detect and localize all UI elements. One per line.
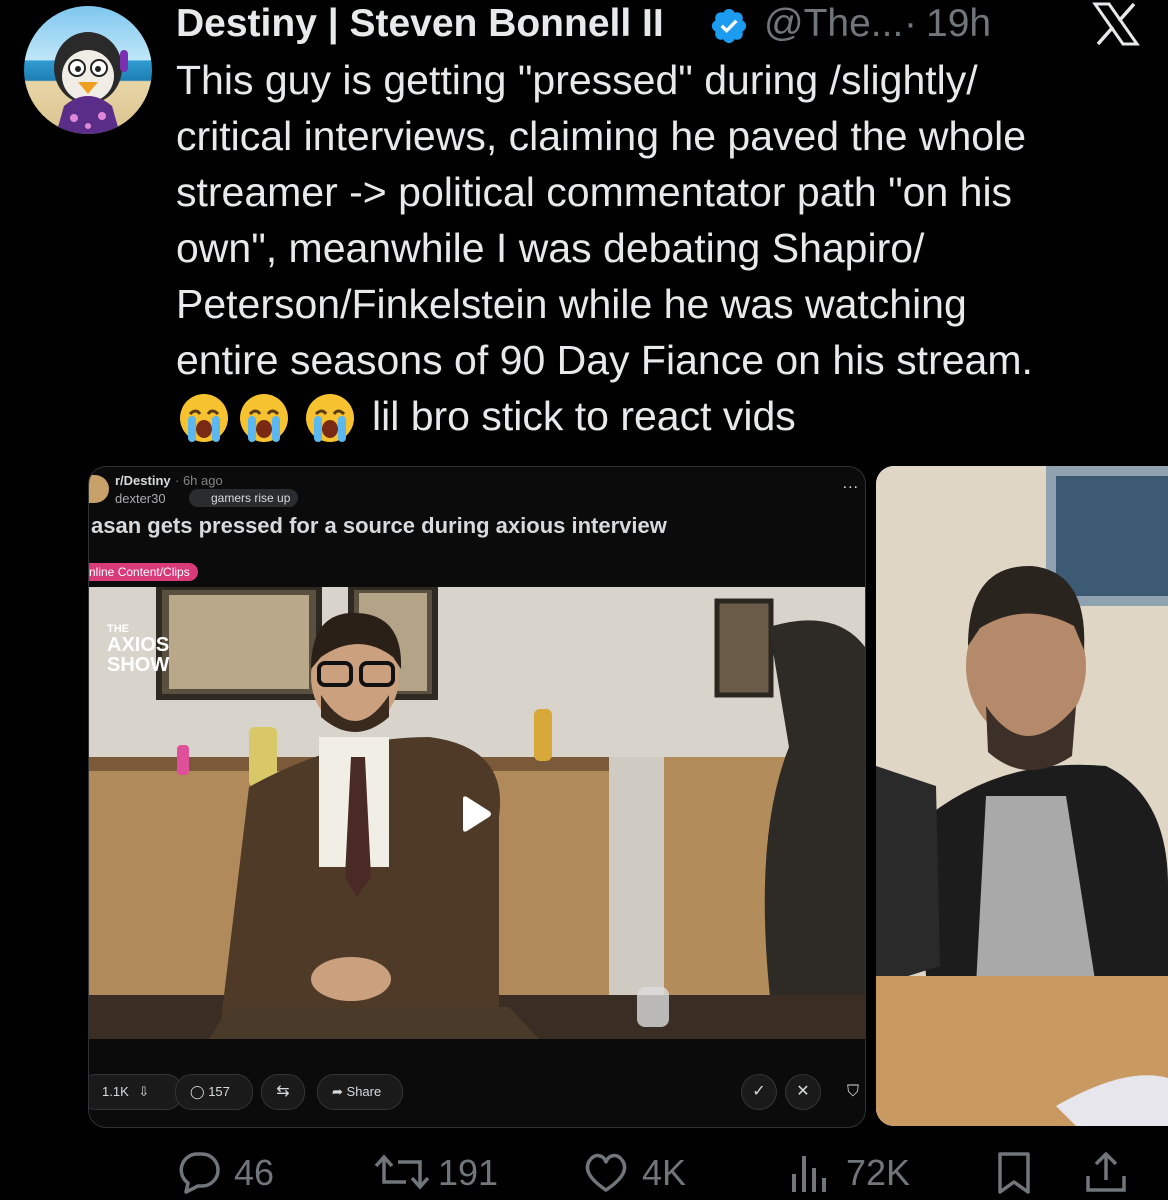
- vote-control: 1.1K ⇩: [89, 1074, 183, 1110]
- separator-dot: ·: [904, 2, 917, 45]
- play-icon: [463, 796, 491, 832]
- like-button[interactable]: 4K: [582, 1148, 712, 1196]
- loudly-crying-emoji-icon: [238, 392, 290, 444]
- repost-button[interactable]: 191: [372, 1148, 512, 1196]
- verified-badge-icon: [711, 8, 747, 44]
- bookmark-button[interactable]: [994, 1148, 1038, 1196]
- reddit-action-bar: 1.1K ⇩ ◯ 157 ⇆ ➦ Share ✓ ✕ ⛉: [89, 1059, 865, 1127]
- user-flair: gamers rise up: [189, 489, 299, 507]
- attached-image-photo[interactable]: [876, 466, 1168, 1126]
- author-name[interactable]: Destiny | Steven Bonnell II: [176, 2, 664, 46]
- comment-icon: ◯: [190, 1084, 205, 1099]
- more-options-icon: ...: [842, 475, 859, 492]
- upvote-count: 1.1K: [102, 1084, 129, 1099]
- share-icon: [1086, 1152, 1126, 1192]
- post-flair: nline Content/Clips: [89, 563, 198, 581]
- tweet-header: Destiny | Steven Bonnell II @The... · 19…: [176, 0, 1146, 50]
- tweet-action-bar: 46 191 4K 72K: [176, 1148, 1146, 1196]
- remove-icon: ✕: [785, 1074, 821, 1110]
- share-button[interactable]: [1082, 1148, 1132, 1196]
- x-logo-icon: [1092, 2, 1140, 46]
- views-count: 72K: [846, 1152, 911, 1193]
- loudly-crying-emoji-icon: [178, 392, 230, 444]
- post-author: dexter30: [115, 491, 166, 506]
- tweet-text: This guy is getting "pressed" during /sl…: [176, 57, 1033, 383]
- repost-icon: [374, 1154, 430, 1190]
- loudly-crying-emoji-icon: [304, 392, 356, 444]
- show-logo: THE AXIOS SHOW: [107, 623, 169, 675]
- show-logo-line3: SHOW: [107, 654, 170, 676]
- share-label: Share: [346, 1084, 382, 1099]
- subreddit-avatar: [89, 475, 109, 503]
- views-button[interactable]: 72K: [788, 1148, 938, 1196]
- approve-icon: ✓: [741, 1074, 777, 1110]
- post-title: asan gets pressed for a source during ax…: [91, 513, 667, 538]
- downvote-icon: ⇩: [138, 1084, 150, 1099]
- reply-button[interactable]: 46: [176, 1148, 306, 1196]
- bookmark-icon: [998, 1152, 1030, 1194]
- author-handle[interactable]: @The...: [764, 2, 903, 46]
- tweet-time[interactable]: 19h: [926, 2, 991, 46]
- share-pill: ➦ Share: [317, 1074, 403, 1110]
- attached-image-reddit-screenshot[interactable]: r/Destiny · 6h ago dexter30 gamers rise …: [88, 466, 866, 1128]
- shield-icon: ⛉: [846, 1083, 859, 1100]
- views-icon: [792, 1156, 826, 1192]
- post-age: · 6h ago: [175, 473, 223, 488]
- heart-icon: [585, 1153, 627, 1192]
- share-icon: ➦: [332, 1084, 343, 1099]
- tweet-text-tail: lil bro stick to react vids: [372, 393, 796, 439]
- reply-icon: [179, 1152, 220, 1194]
- crosspost-icon: ⇆: [261, 1074, 305, 1110]
- like-count: 4K: [642, 1152, 687, 1193]
- show-logo-line2: AXIOS: [107, 634, 170, 656]
- photo-content: [876, 466, 1168, 1126]
- reply-count: 46: [234, 1152, 275, 1193]
- video-thumbnail: THE AXIOS SHOW: [89, 587, 865, 1039]
- comment-count: 157: [208, 1084, 230, 1099]
- comment-count-pill: ◯ 157: [175, 1074, 253, 1110]
- repost-count: 191: [438, 1152, 499, 1193]
- author-avatar[interactable]: [24, 6, 152, 134]
- subreddit-name: r/Destiny: [115, 473, 171, 488]
